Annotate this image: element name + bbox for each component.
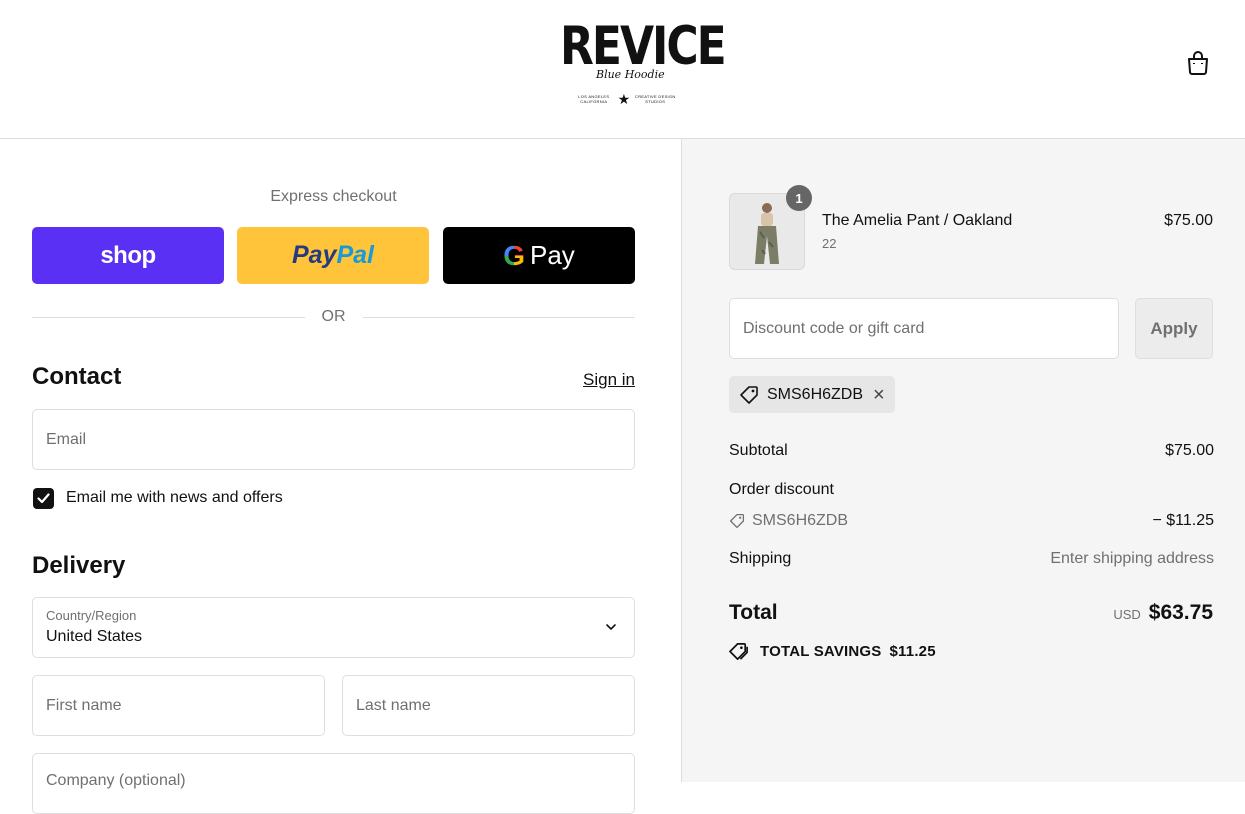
sign-in-link[interactable]: Sign in (560, 370, 635, 390)
newsletter-label[interactable]: Email me with news and offers (66, 489, 283, 507)
product-price: $75.00 (1164, 212, 1213, 229)
country-value: United States (46, 628, 143, 645)
newsletter-checkbox[interactable] (33, 488, 54, 509)
tag-icon (740, 385, 758, 404)
delivery-heading: Delivery (32, 552, 126, 579)
country-select[interactable]: Country/Region United States (32, 597, 635, 658)
logo-subline: LOS ANGELES CALIFORNIA ★ CREATIVE DESIGN… (578, 91, 676, 107)
total-savings: TOTAL SAVINGS $11.25 (729, 642, 936, 661)
total-amount: $63.75 (1148, 601, 1213, 624)
apply-discount-button[interactable]: Apply (1135, 298, 1213, 359)
email-field[interactable]: Email (32, 409, 635, 470)
quantity-badge: 1 (786, 185, 812, 211)
logo-script: Blue Hoodie (596, 68, 665, 81)
paypal-button[interactable]: Pay Pal (237, 227, 429, 284)
google-pay-button[interactable]: G Pay (443, 227, 635, 284)
total-label: Total (729, 601, 778, 624)
savings-tag-icon (729, 643, 748, 660)
product-image (736, 198, 798, 266)
google-g-icon: G (503, 239, 525, 271)
discount-code-input[interactable]: Discount code or gift card (729, 298, 1119, 359)
chevron-down-icon (606, 624, 616, 631)
order-discount-row: Order discount (729, 481, 834, 498)
checkout-form: Express checkout shop Pay Pal G Pay OR Co… (0, 139, 681, 814)
applied-discount-chip: SMS6H6ZDB × (729, 376, 895, 413)
total-currency: USD (1113, 607, 1141, 622)
discount-code-row: SMS6H6ZDB − $11.25 (729, 512, 1214, 530)
subtotal-row: Subtotal $75.00 (729, 442, 1214, 459)
last-name-field[interactable]: Last name (342, 675, 635, 736)
order-summary: 1 The Amelia Pant / Oakland 22 $75.00 Di… (681, 139, 1245, 782)
product-name: The Amelia Pant / Oakland (822, 212, 1013, 229)
or-divider: OR (32, 307, 635, 327)
total-value: USD $63.75 (1113, 601, 1213, 625)
applied-discount-code: SMS6H6ZDB (767, 385, 864, 403)
page-header: REVICE Blue Hoodie LOS ANGELES CALIFORNI… (0, 0, 1245, 139)
tag-icon (729, 513, 745, 529)
store-logo[interactable]: REVICE Blue Hoodie LOS ANGELES CALIFORNI… (560, 16, 727, 108)
express-checkout-title: Express checkout (270, 188, 397, 205)
first-name-field[interactable]: First name (32, 675, 325, 736)
company-field[interactable]: Company (optional) (32, 753, 635, 814)
product-variant: 22 (822, 236, 837, 251)
checkmark-icon (37, 493, 50, 504)
remove-discount-icon[interactable]: × (873, 385, 885, 405)
country-label: Country/Region (46, 608, 137, 623)
contact-heading: Contact (32, 363, 122, 390)
shop-pay-button[interactable]: shop (32, 227, 224, 284)
discount-amount: − $11.25 (1152, 512, 1214, 529)
discount-code-text: SMS6H6ZDB (752, 512, 849, 529)
star-icon: ★ (617, 91, 631, 107)
cart-icon[interactable] (1186, 50, 1210, 76)
shipping-row: Shipping Enter shipping address (729, 550, 1214, 567)
